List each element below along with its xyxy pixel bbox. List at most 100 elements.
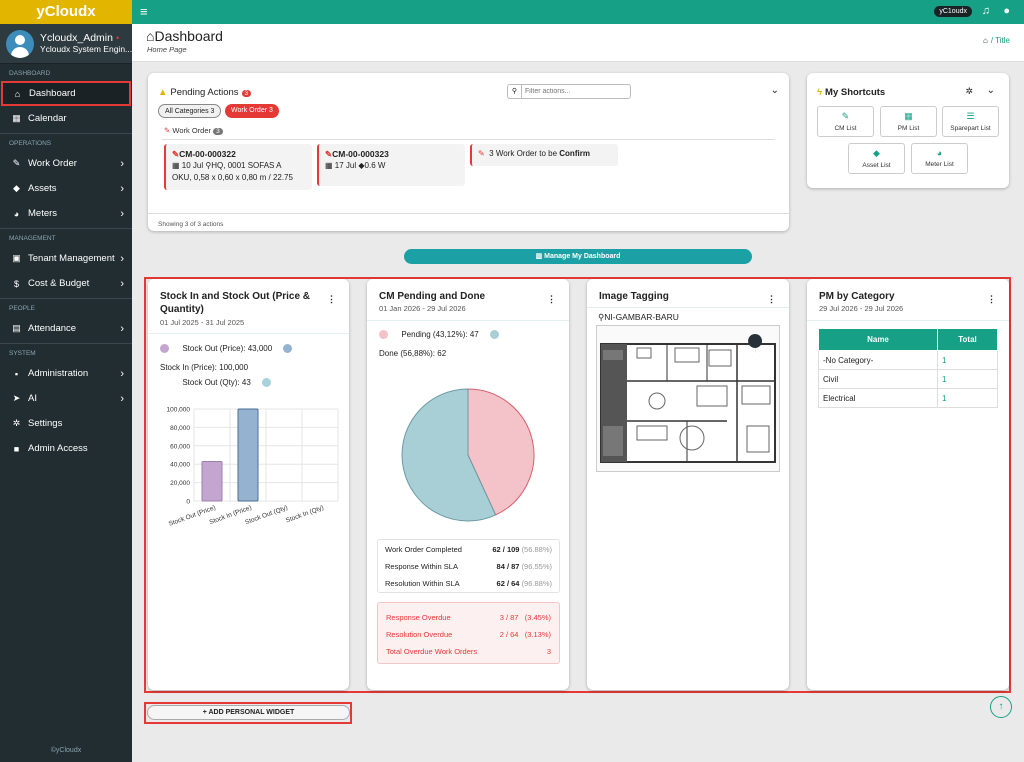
shortcut-label: Asset List [862, 162, 891, 169]
more-icon[interactable]: ⋮ [547, 294, 556, 305]
legend-item: Stock Out (Qty): 43 [182, 378, 251, 387]
shortcut-cm-list[interactable]: ✎ CM List [817, 106, 874, 137]
stat-pct: (96.88%) [521, 579, 552, 588]
sidebar-item-settings[interactable]: ✲ Settings [0, 411, 132, 436]
gauge-icon: ◕ [13, 208, 20, 219]
user-role: Ycloudx System Engin... [40, 43, 133, 54]
action-card[interactable]: ✎CM-00-000322 ▦ 10 Jul ⚲HQ, 0001 SOFAS A… [164, 144, 312, 190]
user-icon[interactable]: ● [1003, 5, 1010, 17]
sidebar-item-label: Assets [28, 183, 57, 194]
sidebar: yCloudx Ycloudx_Admin • Ycloudx System En… [0, 0, 132, 762]
add-personal-widget-button[interactable]: + ADD PERSONAL WIDGET [147, 705, 350, 720]
section-system: SYSTEM [9, 350, 36, 357]
breadcrumb-current[interactable]: Title [995, 36, 1010, 45]
chip-all-categories[interactable]: All Categories 3 [158, 104, 222, 118]
scroll-to-top-button[interactable]: ↑ [990, 696, 1012, 718]
manage-dashboard-label: Manage My Dashboard [544, 253, 621, 260]
more-icon[interactable]: ⋮ [987, 294, 996, 305]
sidebar-item-cost-budget[interactable]: $ Cost & Budget › [0, 271, 132, 296]
chip-work-order[interactable]: Work Order 3 [225, 104, 279, 118]
chevron-down-icon[interactable]: ⌄ [987, 85, 995, 96]
stat-value: 62 / 109 [492, 545, 520, 554]
pending-actions-card: ▲ Pending Actions 3 ⌄ All Categories 3 Wor… [148, 73, 789, 231]
sidebar-item-admin-access[interactable]: ■ Admin Access [0, 436, 132, 461]
floor-plan-image[interactable] [596, 325, 780, 472]
sidebar-item-assets[interactable]: ◆ Assets › [0, 176, 132, 201]
action-card[interactable]: ✎CM-00-000323 ▦ 17 Jul ◆0.6 W [317, 144, 465, 186]
shortcut-asset-list[interactable]: ◆ Asset List [848, 143, 905, 174]
user-panel[interactable]: Ycloudx_Admin • Ycloudx System Engin... [0, 24, 132, 64]
lock-icon: ■ [13, 443, 20, 454]
chevron-down-icon[interactable]: ⌄ [771, 85, 779, 96]
home-icon[interactable]: ⌂ [983, 36, 988, 45]
sidebar-item-label: Tenant Management [28, 253, 115, 264]
confirm-text: 3 Work Order to be [489, 149, 560, 158]
user-pill[interactable]: yC1oudx [934, 6, 972, 17]
overdue-value: 3 / 87 [499, 613, 519, 622]
more-icon[interactable]: ⋮ [327, 294, 336, 305]
home-icon: ⌂ [14, 88, 21, 99]
action-location-detail: OKU, 0,58 x 0,60 x 0,80 m / 22.75 [172, 173, 293, 182]
shortcut-pm-list[interactable]: ▦ PM List [880, 106, 937, 137]
legend-swatch [379, 330, 388, 340]
row-name: Electrical [818, 388, 938, 408]
chevron-right-icon: › [120, 252, 124, 265]
sidebar-item-tenant-management[interactable]: ▣ Tenant Management › [0, 246, 132, 271]
sliders-icon: ☰ [966, 111, 975, 121]
filter-actions-input[interactable] [525, 86, 625, 97]
pending-actions-title: Pending Actions [170, 87, 239, 98]
sidebar-item-label: Cost & Budget [28, 278, 90, 289]
stat-pct: (56.88%) [521, 545, 552, 554]
sidebar-item-ai[interactable]: ➤ AI › [0, 386, 132, 411]
action-id: CM-00-000322 [179, 149, 236, 159]
legend-item: Done (56,88%): 62 [379, 349, 447, 358]
calendar-icon: ▦ [12, 113, 21, 123]
sidebar-item-administration[interactable]: ▪ Administration › [0, 361, 132, 386]
row-name: -No Category- [818, 350, 938, 370]
calendar-icon: ▦ [172, 161, 180, 170]
gauge-icon: ◕ [936, 148, 943, 158]
wrench-icon: ✎ [841, 111, 850, 121]
shortcut-sparepart-list[interactable]: ☰ Sparepart List [942, 106, 999, 137]
row-total[interactable]: 1 [937, 369, 998, 389]
brand-logo[interactable]: yCloudx [0, 0, 132, 24]
pending-count-badge: 3 [241, 90, 252, 97]
widget-date: 29 Jul 2026 - 29 Jul 2026 [819, 304, 904, 313]
bell-icon[interactable]: ♫ [982, 5, 990, 17]
section-operations: OPERATIONS [9, 140, 52, 147]
more-icon[interactable]: ⋮ [767, 294, 776, 305]
breadcrumb: ⌂ / Title [983, 36, 1010, 45]
sidebar-item-label: Admin Access [28, 443, 88, 454]
chevron-right-icon: › [120, 157, 124, 170]
page-subtitle: Home Page [147, 45, 187, 54]
stat-value: 84 / 87 [496, 562, 520, 571]
avatar [6, 29, 34, 58]
table-row: Electrical 1 [818, 388, 998, 408]
gear-icon[interactable]: ✲ [965, 86, 973, 97]
row-total[interactable]: 1 [937, 388, 998, 408]
widget-date: 01 Jan 2026 - 29 Jul 2026 [379, 304, 466, 313]
sidebar-item-meters[interactable]: ◕ Meters › [0, 201, 132, 226]
sidebar-item-work-order[interactable]: ✎ Work Order › [0, 151, 132, 176]
shortcuts-card: ϟ My Shortcuts ✲ ⌄ ✎ CM List ▦ PM List ☰ Spa… [807, 73, 1009, 188]
menu-toggle-icon[interactable]: ≡ [140, 4, 148, 19]
action-card-confirm[interactable]: ✎ 3 Work Order to be Confirm [470, 144, 618, 166]
pm-category-table: Name Total -No Category- 1 Civil 1 Electric… [818, 328, 998, 408]
shortcut-label: PM List [897, 125, 920, 132]
sidebar-item-dashboard[interactable]: ⌂ Dashboard [1, 81, 131, 106]
online-status-dot: • [115, 32, 120, 43]
plus-icon: + [202, 709, 207, 716]
chevron-right-icon: › [120, 277, 124, 290]
manage-dashboard-button[interactable]: ▥ Manage My Dashboard [404, 249, 752, 264]
group-label: Work Order [172, 126, 212, 135]
sidebar-item-attendance[interactable]: ▤ Attendance › [0, 316, 132, 341]
legend-swatch [160, 344, 169, 354]
shortcut-meter-list[interactable]: ◕ Meter List [911, 143, 968, 174]
add-widget-label: ADD PERSONAL WIDGET [208, 709, 295, 716]
sidebar-footer: ©yCloudx [50, 747, 82, 754]
stat-pct: (96.55%) [521, 562, 552, 571]
sidebar-item-calendar[interactable]: ▦ Calendar [0, 106, 132, 131]
section-management: MANAGEMENT [9, 235, 56, 242]
row-total[interactable]: 1 [937, 350, 998, 370]
top-bar: ≡ yC1oudx ♫ ● [132, 0, 1024, 24]
